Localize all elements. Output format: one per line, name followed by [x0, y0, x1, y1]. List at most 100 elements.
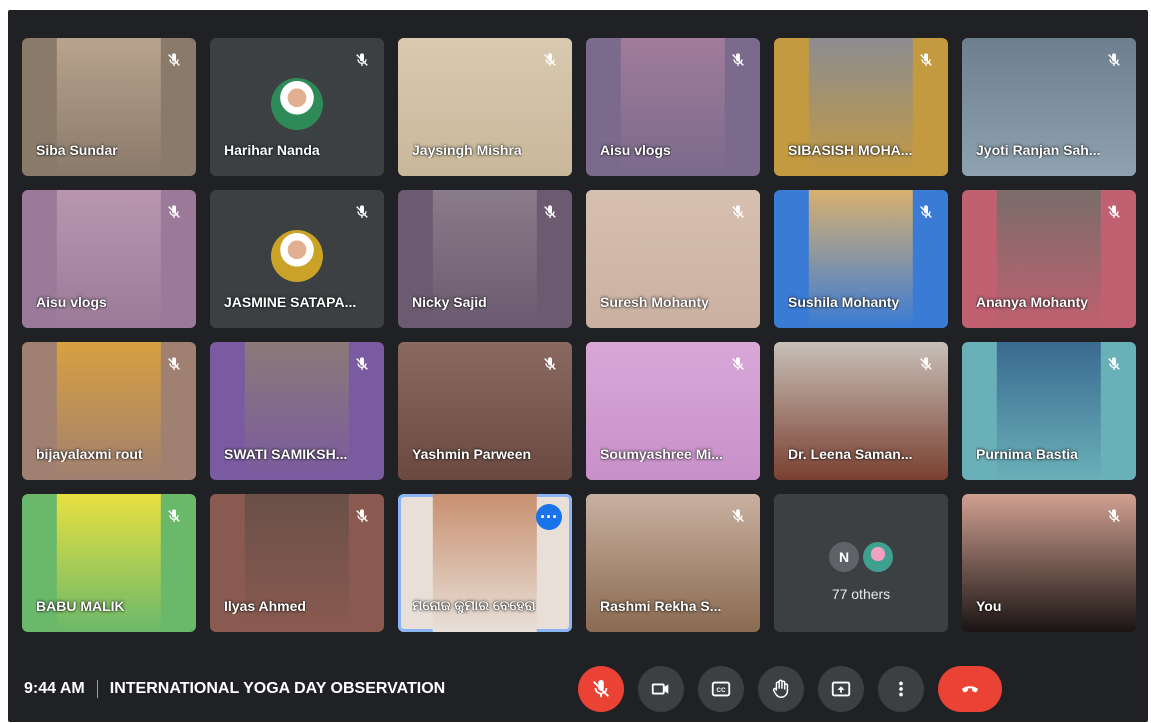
mic-off-icon: [168, 53, 180, 66]
avatar: [271, 78, 323, 130]
participant-tile[interactable]: JASMINE SATAPA...: [210, 190, 384, 328]
participant-tile[interactable]: Jyoti Ranjan Sah...: [962, 38, 1136, 176]
participant-name: SWATI SAMIKSH...: [224, 446, 348, 462]
muted-indicator: [1102, 504, 1126, 528]
present-screen-button[interactable]: [818, 666, 864, 712]
muted-indicator: [538, 352, 562, 376]
mic-off-icon: [1108, 509, 1120, 522]
hang-up-icon: [962, 686, 978, 693]
mic-off-icon: [168, 357, 180, 370]
others-tile[interactable]: N 77 others: [774, 494, 948, 632]
muted-indicator: [726, 352, 750, 376]
avatar: [271, 230, 323, 282]
muted-indicator: [726, 504, 750, 528]
mic-off-icon: [1108, 357, 1120, 370]
muted-indicator: [1102, 352, 1126, 376]
participant-tile[interactable]: Nicky Sajid: [398, 190, 572, 328]
mic-off-icon: [544, 205, 556, 218]
participant-name: Siba Sundar: [36, 142, 118, 158]
participant-tile[interactable]: Ananya Mohanty: [962, 190, 1136, 328]
participant-tile[interactable]: Siba Sundar: [22, 38, 196, 176]
bottom-bar: 9:44 AM INTERNATIONAL YOGA DAY OBSERVATI…: [8, 650, 1148, 722]
more-vert-icon: [899, 681, 903, 697]
tile-options-button[interactable]: ···: [536, 504, 562, 530]
avatar: N: [829, 542, 859, 572]
mic-off-icon: [732, 53, 744, 66]
mic-off-icon: [732, 205, 744, 218]
muted-indicator: [726, 48, 750, 72]
participant-grid: Siba Sundar Harihar Nanda Jaysingh Mishra A…: [22, 38, 1136, 632]
mic-off-icon: [544, 357, 556, 370]
participant-tile[interactable]: Rashmi Rekha S...: [586, 494, 760, 632]
participant-name: Harihar Nanda: [224, 142, 320, 158]
muted-indicator: [914, 200, 938, 224]
participant-tile[interactable]: Ilyas Ahmed: [210, 494, 384, 632]
hand-icon: [772, 679, 789, 698]
participant-name: Aisu vlogs: [36, 294, 107, 310]
participant-name: Yashmin Parween: [412, 446, 532, 462]
meeting-time: 9:44 AM: [24, 680, 85, 697]
participant-tile[interactable]: SWATI SAMIKSH...: [210, 342, 384, 480]
participant-tile[interactable]: SIBASISH MOHA...: [774, 38, 948, 176]
participant-tile[interactable]: Suresh Mohanty: [586, 190, 760, 328]
participant-tile[interactable]: Jaysingh Mishra: [398, 38, 572, 176]
participant-name: ମନୋଜ କୁମାର ବେହେରା: [412, 597, 536, 613]
participant-name: Rashmi Rekha S...: [600, 598, 722, 614]
muted-indicator: [914, 352, 938, 376]
mic-off-icon: [920, 205, 932, 218]
participant-name: Ananya Mohanty: [976, 294, 1089, 310]
svg-text:CC: CC: [716, 687, 726, 694]
participant-tile[interactable]: Harihar Nanda: [210, 38, 384, 176]
mic-off-icon: [920, 357, 932, 370]
participant-name: Jaysingh Mishra: [412, 142, 522, 158]
mic-off-icon: [920, 53, 932, 66]
muted-indicator: [350, 48, 374, 72]
mic-off-icon: [356, 357, 368, 370]
participant-name: Ilyas Ahmed: [224, 598, 306, 614]
meeting-title: INTERNATIONAL YOGA DAY OBSERVATION: [109, 680, 446, 697]
participant-tile[interactable]: Dr. Leena Saman...: [774, 342, 948, 480]
raise-hand-button[interactable]: [758, 666, 804, 712]
participant-name: Nicky Sajid: [412, 294, 487, 310]
participant-tile[interactable]: bijayalaxmi rout: [22, 342, 196, 480]
participant-name: Sushila Mohanty: [788, 294, 900, 310]
present-icon: [831, 681, 851, 697]
participant-tile[interactable]: ··· ମନୋଜ କୁମାର ବେହେରା: [398, 494, 572, 632]
participant-tile[interactable]: Aisu vlogs: [22, 190, 196, 328]
muted-indicator: [350, 200, 374, 224]
muted-indicator: [1102, 200, 1126, 224]
captions-button[interactable]: CC: [698, 666, 744, 712]
muted-indicator: [914, 48, 938, 72]
participant-name: Suresh Mohanty: [600, 294, 709, 310]
participant-tile[interactable]: Soumyashree Mi...: [586, 342, 760, 480]
participant-tile[interactable]: BABU MALIK: [22, 494, 196, 632]
participant-name: bijayalaxmi rout: [36, 446, 143, 462]
meeting-info: 9:44 AM INTERNATIONAL YOGA DAY OBSERVATI…: [24, 680, 445, 698]
participant-name: SIBASISH MOHA...: [788, 142, 913, 158]
more-options-button[interactable]: [878, 666, 924, 712]
participant-tile[interactable]: Yashmin Parween: [398, 342, 572, 480]
mic-off-icon: [356, 53, 368, 66]
participant-tile[interactable]: Sushila Mohanty: [774, 190, 948, 328]
mic-off-icon: [593, 679, 609, 698]
muted-indicator: [350, 352, 374, 376]
mic-off-icon: [356, 205, 368, 218]
participant-name: Jyoti Ranjan Sah...: [976, 142, 1101, 158]
mic-off-icon: [168, 509, 180, 522]
muted-indicator: [538, 200, 562, 224]
participant-name: Dr. Leena Saman...: [788, 446, 913, 462]
participant-name: Aisu vlogs: [600, 142, 671, 158]
mic-off-icon: [168, 205, 180, 218]
participant-tile[interactable]: Purnima Bastia: [962, 342, 1136, 480]
leave-call-button[interactable]: [938, 666, 1002, 712]
mic-off-icon: [544, 53, 556, 66]
mic-toggle-button[interactable]: [578, 666, 624, 712]
participant-name: Purnima Bastia: [976, 446, 1078, 462]
participant-name: Soumyashree Mi...: [600, 446, 723, 462]
captions-icon: CC: [711, 681, 731, 697]
mic-off-icon: [1108, 53, 1120, 66]
participant-tile[interactable]: You: [962, 494, 1136, 632]
participant-tile[interactable]: Aisu vlogs: [586, 38, 760, 176]
mic-off-icon: [732, 509, 744, 522]
camera-toggle-button[interactable]: [638, 666, 684, 712]
